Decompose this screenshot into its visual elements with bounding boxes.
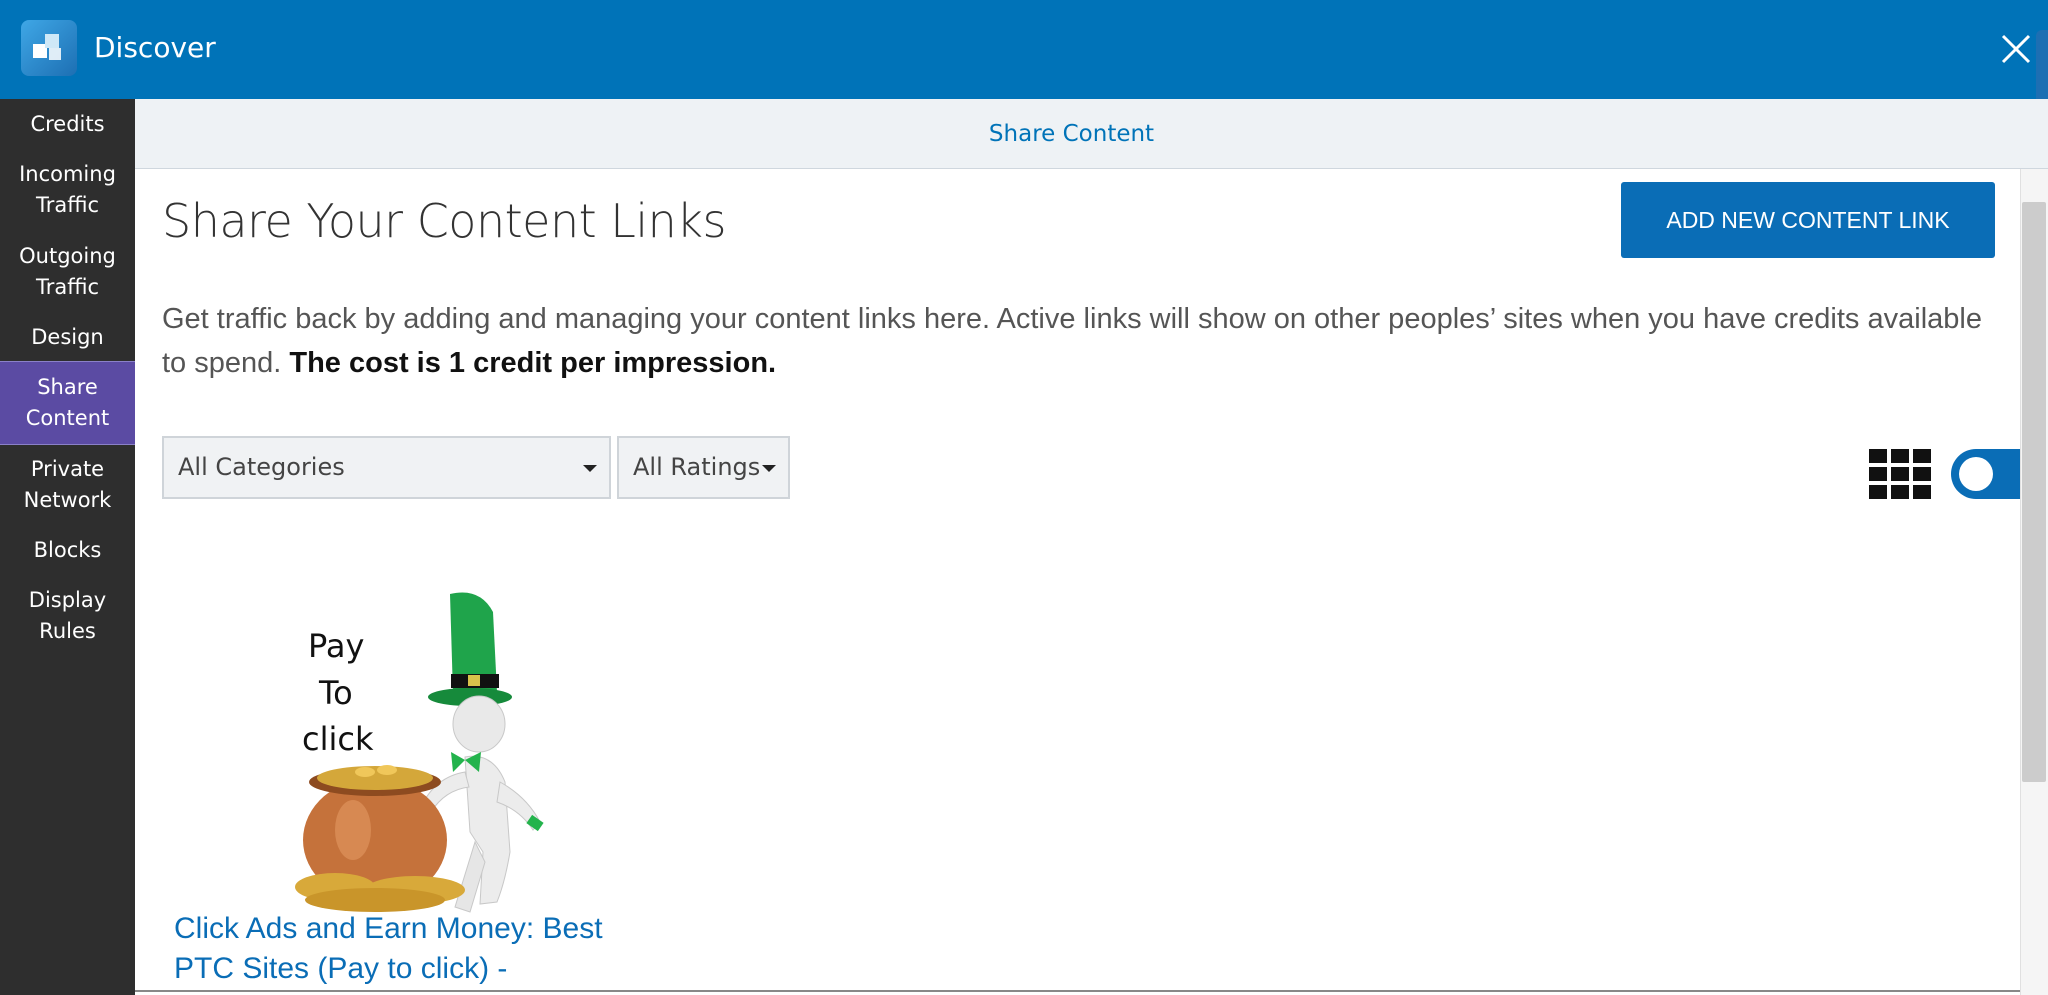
sidebar-item-label: Design: [31, 325, 104, 349]
thumbnail-text-line: click: [302, 720, 374, 758]
app-title: Discover: [94, 31, 216, 64]
sidebar-item-credits[interactable]: Credits: [0, 109, 135, 140]
tab-share-content[interactable]: Share Content: [135, 119, 2048, 149]
sidebar-item-label: Outgoing Traffic: [19, 244, 116, 299]
chevron-down-icon: [762, 465, 776, 472]
sidebar-item-incoming-traffic[interactable]: Incoming Traffic: [0, 159, 135, 221]
category-select[interactable]: All Categories: [162, 436, 611, 499]
rating-select[interactable]: All Ratings: [617, 436, 790, 499]
content-card-title-link[interactable]: Click Ads and Earn Money: Best PTC Sites…: [174, 909, 654, 989]
thumbnail-text-line: Pay: [308, 627, 364, 665]
chevron-down-icon: [583, 465, 597, 472]
sidebar-item-display-rules[interactable]: Display Rules: [0, 585, 135, 647]
grid-view-icon[interactable]: [1869, 449, 1933, 503]
top-bar: Discover: [0, 0, 2048, 99]
page-description: Get traffic back by adding and managing …: [162, 297, 2002, 385]
thumbnail-text-line: To: [318, 674, 353, 712]
section-header: Share Content: [135, 99, 2048, 169]
sidebar-item-label: Display Rules: [28, 588, 107, 643]
sidebar-item-share-content[interactable]: Share Content: [0, 361, 135, 445]
sidebar: Credits Incoming Traffic Outgoing Traffi…: [0, 99, 135, 995]
add-new-content-link-button[interactable]: ADD NEW CONTENT LINK: [1621, 182, 1995, 258]
page-title: Share Your Content Links: [162, 194, 726, 248]
scrollbar-thumb[interactable]: [2022, 202, 2046, 782]
sidebar-item-label: Share Content: [25, 375, 110, 430]
sidebar-item-design[interactable]: Design: [0, 322, 135, 353]
app-logo-icon: [21, 20, 77, 76]
close-icon[interactable]: [1993, 26, 2039, 72]
toggle-knob: [1959, 457, 1993, 491]
main-content: Share Your Content Links ADD NEW CONTENT…: [135, 169, 2048, 995]
sidebar-item-label: Incoming Traffic: [19, 162, 116, 217]
content-card-thumbnail[interactable]: Pay To click: [265, 582, 661, 922]
divider: [135, 990, 2020, 992]
sidebar-item-label: Blocks: [33, 538, 102, 562]
sidebar-item-label: Credits: [30, 112, 105, 136]
rating-select-value: All Ratings: [633, 453, 761, 481]
category-select-value: All Categories: [178, 453, 345, 481]
sidebar-item-blocks[interactable]: Blocks: [0, 535, 135, 566]
sidebar-item-outgoing-traffic[interactable]: Outgoing Traffic: [0, 241, 135, 303]
description-cost: The cost is 1 credit per impression.: [289, 347, 777, 379]
sidebar-item-private-network[interactable]: Private Network: [0, 454, 135, 516]
sidebar-item-label: Private Network: [23, 457, 112, 512]
